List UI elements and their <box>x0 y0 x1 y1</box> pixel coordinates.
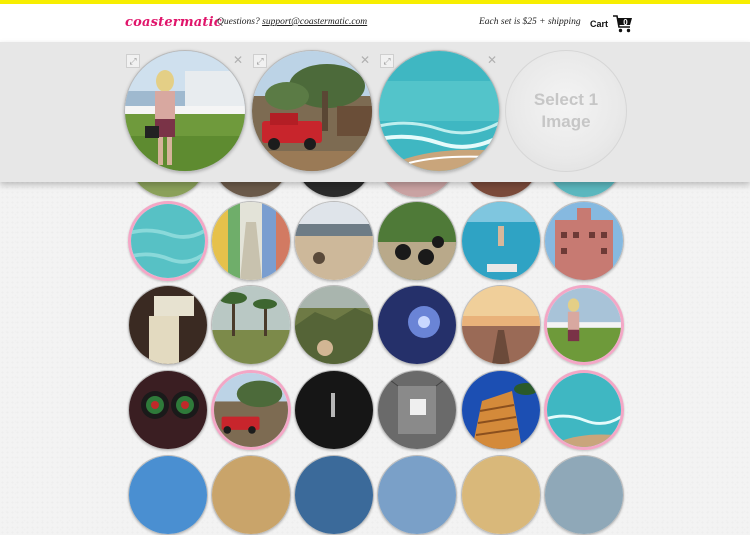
photo-thumb-hiker-valley[interactable] <box>294 285 374 365</box>
photo-thumb[interactable] <box>544 455 624 535</box>
photo-thumb[interactable] <box>377 455 457 535</box>
expand-icon[interactable]: ⤢ <box>253 54 267 68</box>
photo-thumb-segways[interactable] <box>377 201 457 281</box>
photo-thumb-blue-night[interactable] <box>377 285 457 365</box>
photo-thumb-dock-jump[interactable] <box>461 201 541 281</box>
selected-image-girl-by-fence[interactable] <box>124 50 246 172</box>
selected-slot-1: ⤢ ✕ <box>124 50 246 172</box>
close-icon[interactable]: ✕ <box>359 54 371 66</box>
photo-thumb[interactable] <box>461 455 541 535</box>
photo-thumb-sunset-pier[interactable] <box>461 285 541 365</box>
expand-icon[interactable]: ⤢ <box>380 54 394 68</box>
expand-icon[interactable]: ⤢ <box>126 54 140 68</box>
photo-thumb-hotel-facade[interactable] <box>461 370 541 450</box>
photo-thumb-red-truck-tree[interactable] <box>211 370 291 450</box>
photo-thumb-gray-room[interactable] <box>377 370 457 450</box>
photo-thumb-dark-tunnel[interactable] <box>294 370 374 450</box>
selected-image-red-truck-tree[interactable] <box>251 50 373 172</box>
photo-thumb-beach-sand[interactable] <box>294 201 374 281</box>
selection-tray: ⤢ ✕ ⤢ ✕ ⤢ ✕ Select 1 Image <box>0 42 750 182</box>
photo-thumb-dartboards[interactable] <box>128 370 208 450</box>
photo-thumb-surfboard-room[interactable] <box>128 285 208 365</box>
close-icon[interactable]: ✕ <box>486 54 498 66</box>
select-image-placeholder[interactable]: Select 1 Image <box>505 50 627 172</box>
photo-thumb-palm-park[interactable] <box>211 285 291 365</box>
photo-thumb-girl-by-fence[interactable] <box>544 285 624 365</box>
photo-thumb[interactable] <box>294 455 374 535</box>
photo-thumb[interactable] <box>128 455 208 535</box>
photo-thumb-turquoise-ocean[interactable] <box>544 370 624 450</box>
selected-image-turquoise-ocean[interactable] <box>378 50 500 172</box>
photo-thumb[interactable] <box>211 455 291 535</box>
placeholder-line-2: Image <box>541 112 591 131</box>
close-icon[interactable]: ✕ <box>232 54 244 66</box>
selected-slot-2: ⤢ ✕ <box>251 50 373 172</box>
empty-slot[interactable]: Select 1 Image <box>505 50 627 172</box>
selected-slot-3: ⤢ ✕ <box>378 50 500 172</box>
photo-thumb-colorful-buildings[interactable] <box>211 201 291 281</box>
photo-thumb-turquoise-water[interactable] <box>128 201 208 281</box>
placeholder-line-1: Select 1 <box>533 90 599 109</box>
photo-thumb-pink-hotel[interactable] <box>544 201 624 281</box>
